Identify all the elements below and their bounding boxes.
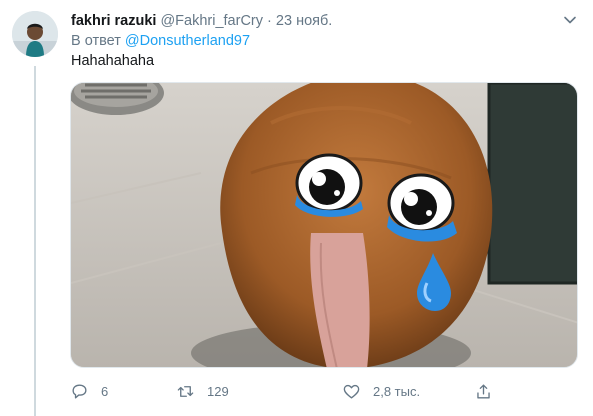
kiwi-bird-video-thumbnail bbox=[71, 83, 577, 367]
separator-dot: · bbox=[267, 13, 272, 29]
reply-icon bbox=[72, 384, 87, 399]
retweet-button[interactable]: 129 bbox=[176, 382, 229, 401]
avatar[interactable] bbox=[12, 11, 58, 57]
thread-line bbox=[34, 66, 36, 416]
like-button[interactable]: 2,8 тыс. bbox=[342, 382, 420, 401]
reply-context: В ответ @Donsutherland97 bbox=[71, 33, 250, 49]
reply-button[interactable]: 6 bbox=[70, 382, 108, 401]
share-icon bbox=[477, 384, 490, 399]
author-name[interactable]: fakhri razuki bbox=[71, 13, 156, 29]
reply-to-link[interactable]: @Donsutherland97 bbox=[125, 33, 250, 49]
tweet-actions: 6 129 2,8 тыс. bbox=[70, 382, 500, 406]
reply-prefix: В ответ bbox=[71, 33, 121, 49]
retweet-icon bbox=[177, 386, 194, 397]
avatar-image bbox=[12, 11, 58, 57]
retweet-count: 129 bbox=[207, 384, 229, 399]
tweet-date[interactable]: 23 нояб. bbox=[276, 13, 332, 29]
share-button[interactable] bbox=[474, 382, 505, 401]
reply-count: 6 bbox=[101, 384, 109, 399]
like-count: 2,8 тыс. bbox=[373, 384, 421, 399]
tweet-media[interactable] bbox=[70, 82, 578, 368]
tweet-header: fakhri razuki @Fakhri_farCry · 23 нояб. bbox=[71, 13, 332, 29]
heart-icon bbox=[343, 384, 360, 399]
author-handle[interactable]: @Fakhri_farCry bbox=[160, 13, 263, 29]
tweet-text: Hahahahaha bbox=[71, 53, 155, 69]
chevron-down-icon[interactable] bbox=[563, 13, 577, 27]
